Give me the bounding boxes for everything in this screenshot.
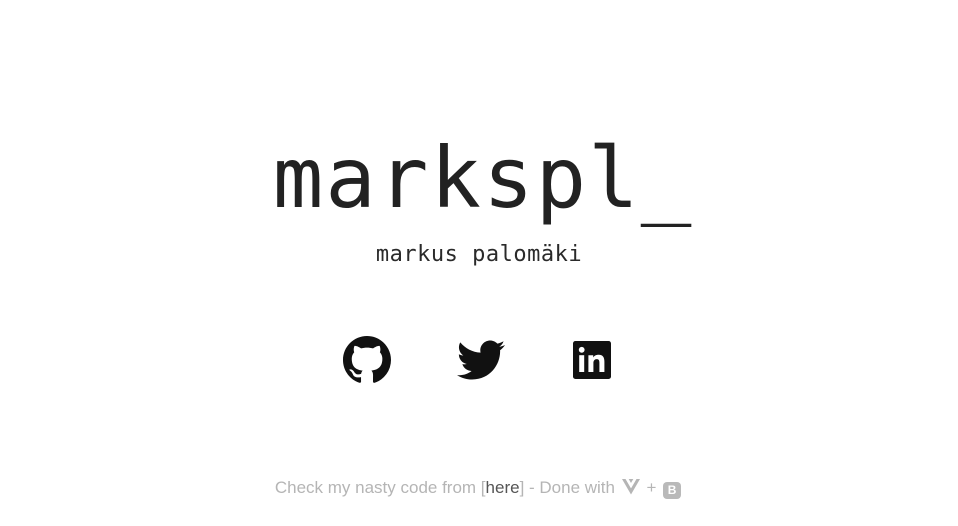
twitter-link[interactable] <box>457 336 505 384</box>
plus-sign: + <box>646 478 657 497</box>
footer-suffix: ] - Done with <box>519 478 615 497</box>
page-title: markspl_ <box>272 129 694 227</box>
github-icon <box>343 336 391 383</box>
bootstrap-logo-icon: B <box>663 480 682 500</box>
author-name: markus palomäki <box>375 242 583 267</box>
vue-logo-icon <box>621 479 640 500</box>
hero: markspl_ <box>0 128 958 228</box>
linkedin-link[interactable] <box>568 336 616 384</box>
footer: Check my nasty code from [here] - Done w… <box>0 478 958 500</box>
source-code-link[interactable]: here <box>486 478 520 497</box>
github-link[interactable] <box>343 336 391 384</box>
twitter-icon <box>457 340 505 380</box>
footer-prefix: Check my nasty code from [ <box>274 478 486 497</box>
linkedin-icon <box>573 341 611 379</box>
social-links <box>0 336 958 384</box>
